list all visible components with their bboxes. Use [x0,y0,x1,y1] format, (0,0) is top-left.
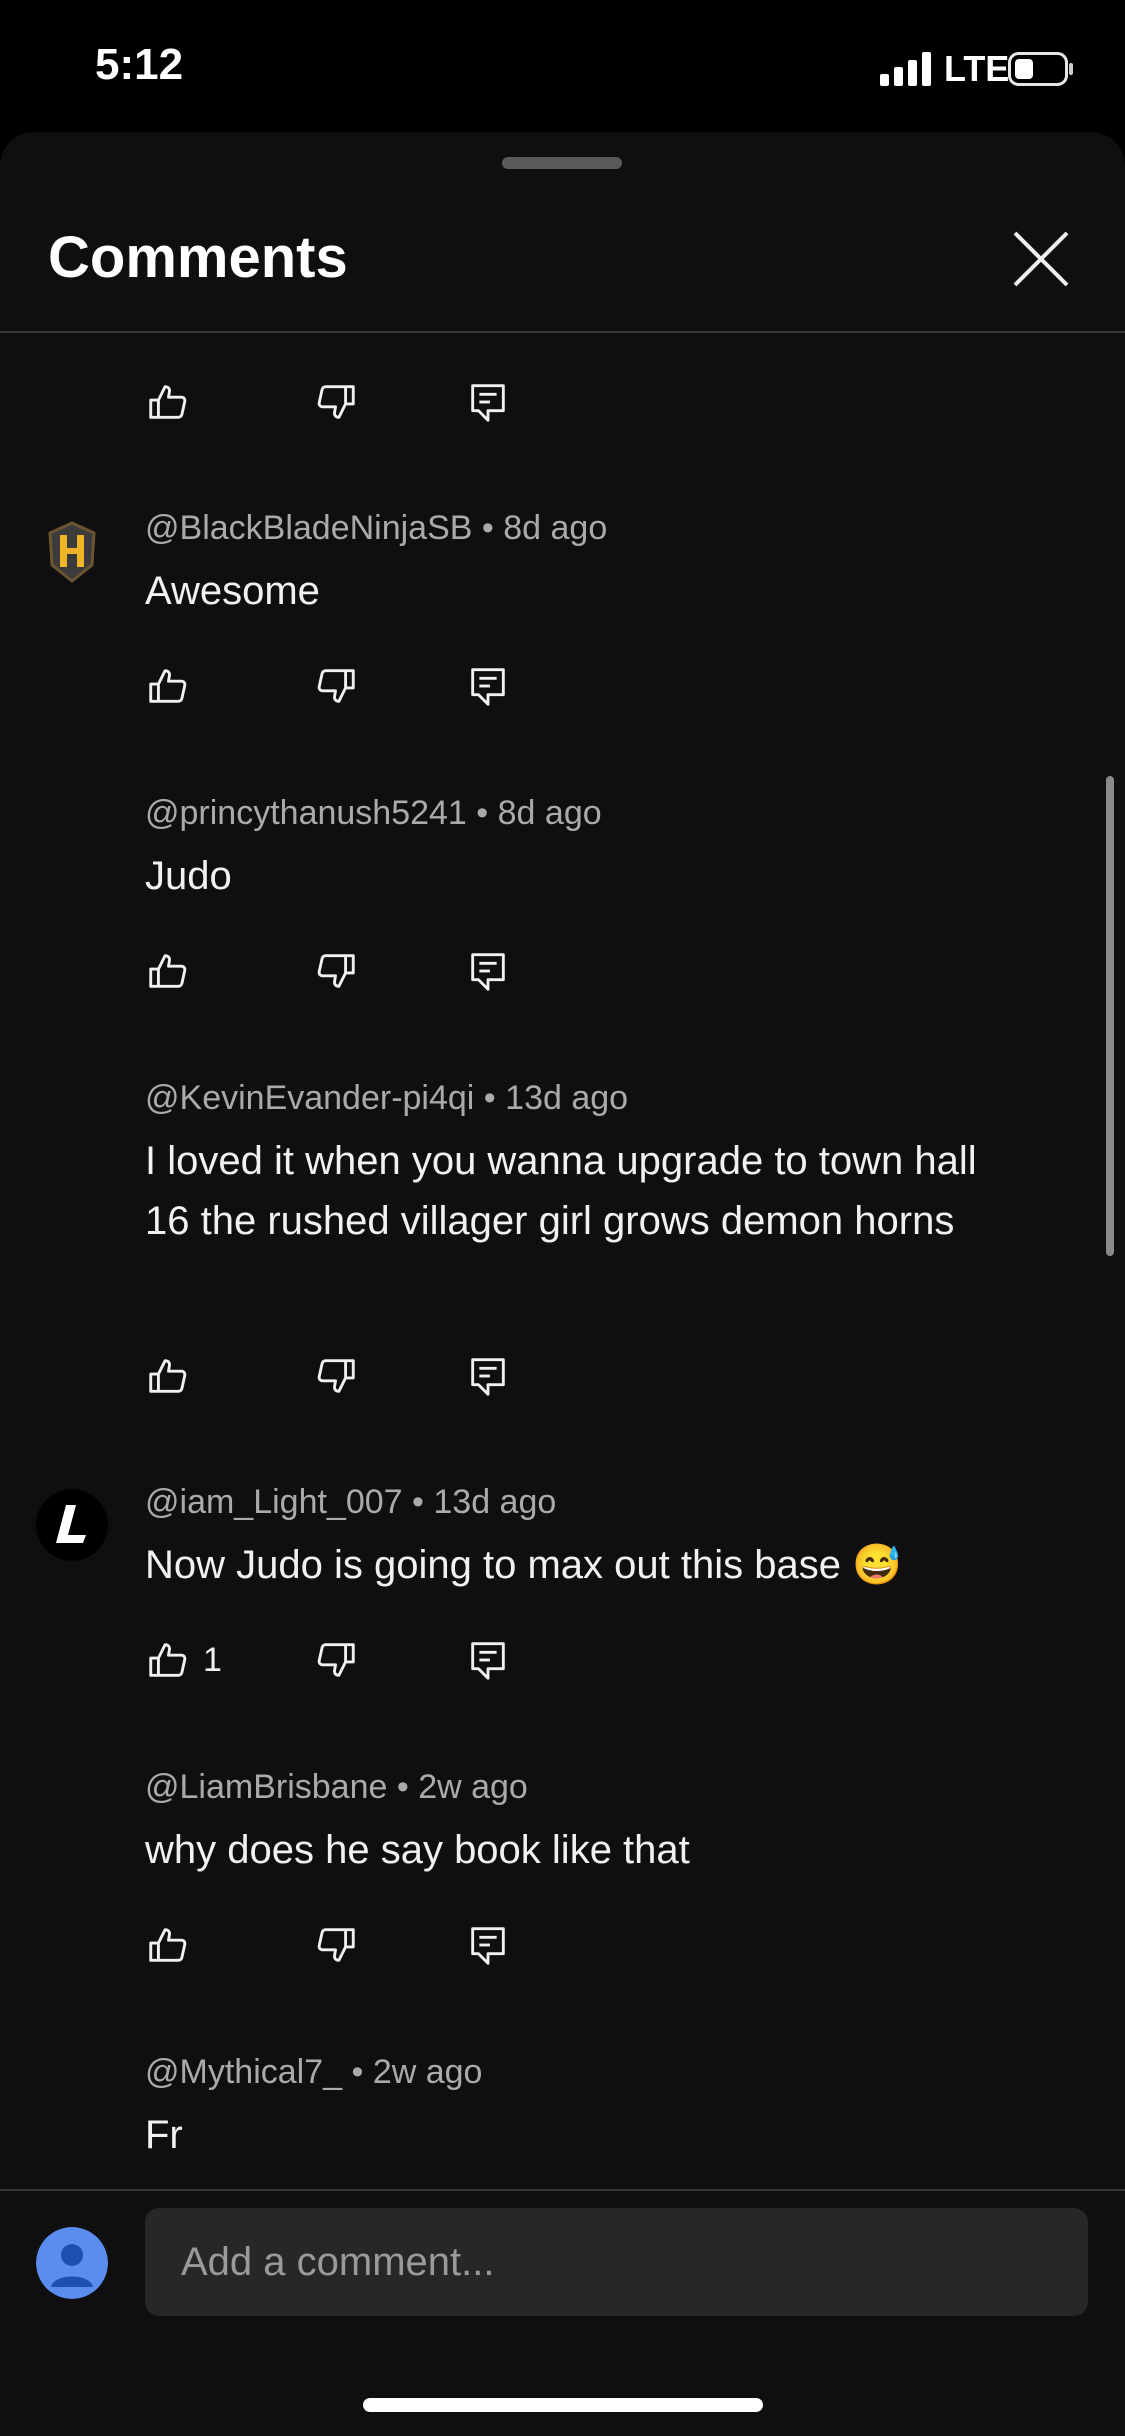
sheet-title: Comments [48,225,348,290]
reply-icon[interactable] [465,948,511,994]
comment-actions [145,948,545,994]
thumb-up-icon[interactable] [145,1353,191,1399]
reply-icon[interactable] [465,1637,511,1683]
comment-author[interactable]: @iam_Light_007 [145,1483,403,1521]
comment-actions [145,1353,545,1399]
close-icon[interactable] [1010,228,1072,290]
comment-actions [145,379,545,425]
battery-icon [1008,52,1073,86]
comment-age: 13d ago [433,1483,557,1521]
home-indicator [363,2398,763,2412]
thumb-down-icon[interactable] [313,1353,359,1399]
thumb-down-icon[interactable] [313,1922,359,1968]
comment-actions [145,663,545,709]
reply-icon[interactable] [465,379,511,425]
status-bar: 5:12 LTE [0,0,1125,132]
comments-sheet: Comments @BlackBladeNinjaSB • 8d ago Awe… [0,132,1125,2436]
comment-age: 8d ago [497,794,602,832]
comment-age: 8d ago [503,509,608,547]
thumb-down-icon[interactable] [313,948,359,994]
comment-text: Judo [145,854,232,898]
like-count: 1 [203,1641,222,1679]
comment-age: 2w ago [372,2053,483,2091]
reply-icon[interactable] [465,1353,511,1399]
thumb-up-icon[interactable] [145,379,191,425]
comment-actions: 1 [145,1637,545,1683]
comment-actions [145,1922,545,1968]
comments-list[interactable]: @BlackBladeNinjaSB • 8d ago Awesome @pri… [0,333,1125,2189]
thumb-up-icon[interactable] [145,663,191,709]
composer-divider [0,2189,1125,2191]
thumb-down-icon[interactable] [313,1637,359,1683]
comment-input[interactable] [145,2208,1088,2316]
scrollbar[interactable] [1106,776,1114,1256]
user-avatar-icon [36,2227,108,2299]
comment-meta: @LiamBrisbane • 2w ago [145,1768,528,1806]
comment-author[interactable]: @Mythical7_ [145,2053,342,2091]
thumb-up-icon[interactable] [145,1637,191,1683]
comment-meta: @princythanush5241 • 8d ago [145,794,602,832]
comment-age: 2w ago [418,1768,528,1806]
avatar[interactable] [36,515,108,587]
reply-icon[interactable] [465,663,511,709]
comment-author[interactable]: @BlackBladeNinjaSB [145,509,472,547]
thumb-down-icon[interactable] [313,379,359,425]
comment-meta: @iam_Light_007 • 13d ago [145,1483,557,1521]
thumb-down-icon[interactable] [313,663,359,709]
thumb-up-icon[interactable] [145,1922,191,1968]
comment-author[interactable]: @KevinEvander-pi4qi [145,1079,474,1117]
signal-icon [880,52,931,86]
comment-meta: @KevinEvander-pi4qi • 13d ago [145,1079,629,1117]
comment-age: 13d ago [505,1079,629,1117]
comment-text: Awesome [145,569,320,613]
comment-text: I loved it when you wanna upgrade to tow… [145,1139,977,1243]
comment-meta: @Mythical7_ • 2w ago [145,2053,483,2091]
comment-meta: @BlackBladeNinjaSB • 8d ago [145,509,608,547]
thumb-up-icon[interactable] [145,948,191,994]
comment-text: Fr [145,2113,183,2157]
status-time: 5:12 [95,40,184,89]
network-type: LTE [944,48,1010,89]
avatar[interactable] [36,1489,108,1561]
comment-text: Now Judo is going to max out this base 😅 [145,1543,902,1587]
comment-text: why does he say book like that [145,1828,690,1872]
reply-icon[interactable] [465,1922,511,1968]
comment-author[interactable]: @princythanush5241 [145,794,467,832]
comment-author[interactable]: @LiamBrisbane [145,1768,387,1806]
drag-handle[interactable] [502,157,622,169]
